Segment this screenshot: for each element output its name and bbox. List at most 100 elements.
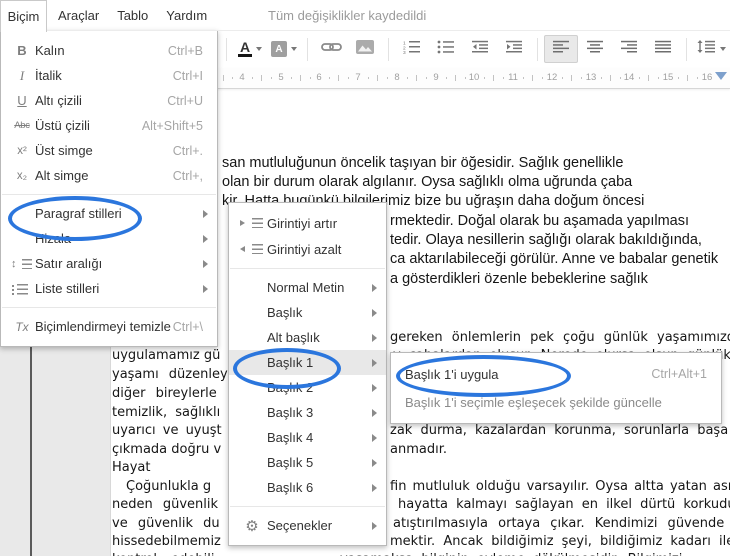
gear-icon: ⚙ xyxy=(245,517,259,535)
menu-item-bold[interactable]: B Kalın Ctrl+B xyxy=(1,38,217,63)
superscript-icon: x² xyxy=(17,144,27,157)
align-left-button[interactable] xyxy=(544,35,578,63)
subscript-icon: x₂ xyxy=(16,169,28,182)
align-center-button[interactable] xyxy=(578,35,612,63)
menu-item-subscript[interactable]: x₂ Alt simge Ctrl+, xyxy=(1,163,217,188)
menu-item-underline[interactable]: U Altı çizili Ctrl+U xyxy=(1,88,217,113)
toolbar-separator xyxy=(226,37,227,61)
increase-indent-button[interactable] xyxy=(497,35,531,63)
document-text-line: Hayat xyxy=(112,460,151,475)
bulleted-list-button[interactable] xyxy=(429,35,463,63)
document-text-line: yaşamaksa bilginin eyleme dökülmesidir. … xyxy=(340,552,682,556)
insert-image-button[interactable] xyxy=(348,35,382,63)
align-right-button[interactable] xyxy=(612,35,646,63)
ruler-number: 16 xyxy=(701,72,713,83)
right-indent-marker[interactable] xyxy=(715,72,727,80)
menubar-araclar[interactable]: Araçlar xyxy=(49,8,108,23)
chevron-down-icon[interactable] xyxy=(720,47,726,51)
ruler-number: 15 xyxy=(662,72,674,83)
menu-item-icon xyxy=(237,456,267,470)
menu-item-icon xyxy=(9,232,35,246)
menu-item-icon xyxy=(237,281,267,295)
google-docs-window: san mutluluğunun öncelik taşıyan bir öğe… xyxy=(0,0,730,556)
insert-link-button[interactable] xyxy=(314,35,348,63)
align-justify-icon xyxy=(655,40,671,58)
document-text-line: rmektedir. Doğal olarak bu aşamada yapıl… xyxy=(390,213,690,229)
increase-indent-icon xyxy=(505,40,523,59)
toolbar-separator xyxy=(686,37,687,61)
document-text-line: a gösterdikleri özenle bebeklerine sağlı… xyxy=(390,271,648,287)
ruler-number: 5 xyxy=(278,72,284,83)
menu-item-update-heading1[interactable]: Başlık 1'i seçimle eşleşecek şekilde gün… xyxy=(391,388,721,416)
text-color-icon: A xyxy=(238,39,252,57)
document-text-line: hayatta kalmayı sağlayan en ilkel dürtü … xyxy=(398,497,730,512)
svg-text:3: 3 xyxy=(403,50,406,54)
italic-icon: I xyxy=(19,67,25,83)
document-text-line: uygulamamız gü xyxy=(112,348,221,363)
document-text-line: neden güvenlik xyxy=(112,497,219,512)
chevron-down-icon[interactable] xyxy=(291,47,297,51)
image-icon xyxy=(356,39,374,59)
menu-item-icon xyxy=(2,194,28,195)
decrease-indent-button[interactable] xyxy=(463,35,497,63)
chevron-down-icon[interactable] xyxy=(256,47,262,51)
menubar-bicim[interactable]: Biçim xyxy=(0,0,47,32)
numbered-list-button[interactable]: 123 xyxy=(395,35,429,63)
menu-item xyxy=(2,307,216,308)
menu-item-icon xyxy=(237,356,267,370)
menu-item-options[interactable]: ⚙ Seçenekler xyxy=(229,513,386,538)
menu-item-icon xyxy=(230,268,260,269)
document-text-line: ve güvenlik du xyxy=(112,516,220,531)
document-text-line: zak durma, kazalardan korunma, sorunlarl… xyxy=(390,423,729,438)
left-gutter-line xyxy=(30,345,32,556)
align-justify-button[interactable] xyxy=(646,35,680,63)
menu-item-heading6[interactable]: Başlık 6 xyxy=(229,475,386,500)
menu-item-icon xyxy=(237,306,267,320)
menu-item-heading3[interactable]: Başlık 3 xyxy=(229,400,386,425)
ruler-number: 8 xyxy=(394,72,400,83)
menu-item-clear-formatting[interactable]: Tx Biçimlendirmeyi temizle Ctrl+\ xyxy=(1,314,217,339)
highlight-color-button[interactable]: A xyxy=(267,35,301,63)
menu-item-decrease-indent[interactable]: Girintiyi azalt xyxy=(229,236,386,262)
toolbar: A A 123 xyxy=(218,31,730,67)
line-spacing-button[interactable] xyxy=(693,35,730,63)
menu-item-list-styles[interactable]: Liste stilleri xyxy=(1,276,217,301)
document-text-line: fin mutluluk olduğu varsayılır. Oysa alt… xyxy=(390,479,730,494)
document-text-line: diğer bireylerle xyxy=(112,386,217,401)
menu-item-heading5[interactable]: Başlık 5 xyxy=(229,450,386,475)
menubar-yardim[interactable]: Yardım xyxy=(157,8,216,23)
menu-item xyxy=(230,268,385,269)
menu-item-align[interactable]: Hizala xyxy=(1,226,217,251)
save-status: Tüm değişiklikler kaydedildi xyxy=(268,8,427,23)
menubar-tablo[interactable]: Tablo xyxy=(108,8,157,23)
toolbar-separator xyxy=(537,37,538,61)
heading1-menu: Başlık 1'i uygula Ctrl+Alt+1 Başlık 1'i … xyxy=(390,352,722,424)
format-menu: B Kalın Ctrl+B I İtalik Ctrl+I U Altı çi… xyxy=(0,30,218,347)
document-text-line: kontrol edebili xyxy=(112,552,214,556)
ruler-number: 14 xyxy=(623,72,635,83)
menu-item-icon xyxy=(9,207,35,221)
underline-icon: U xyxy=(17,93,27,108)
menu-item-title[interactable]: Başlık xyxy=(229,300,386,325)
menu-item xyxy=(2,194,216,195)
menu-item-superscript[interactable]: x² Üst simge Ctrl+. xyxy=(1,138,217,163)
menu-item-heading4[interactable]: Başlık 4 xyxy=(229,425,386,450)
menu-item-normal-text[interactable]: Normal Metin xyxy=(229,275,386,300)
align-left-icon xyxy=(553,40,569,58)
list-styles-icon xyxy=(9,282,35,296)
link-icon xyxy=(320,40,342,58)
menu-item-apply-heading1[interactable]: Başlık 1'i uygula Ctrl+Alt+1 xyxy=(391,360,721,388)
menu-item-heading1[interactable]: Başlık 1 xyxy=(229,350,386,375)
menu-item-subtitle[interactable]: Alt başlık xyxy=(229,325,386,350)
document-text-line: ca aktarılabileceği görülür. Anne ve bab… xyxy=(390,251,719,267)
document-text-line: atıştırılmasıyla ortaya çıkar. Kendimizi… xyxy=(393,516,725,531)
menu-item-paragraph-styles[interactable]: Paragraf stilleri xyxy=(1,201,217,226)
menu-item-heading2[interactable]: Başlık 2 xyxy=(229,375,386,400)
document-text-line: gereken önlemlerin pek çoğu günlük yaşam… xyxy=(390,330,730,345)
menu-item-italic[interactable]: I İtalik Ctrl+I xyxy=(1,63,217,88)
text-color-button[interactable]: A xyxy=(233,35,267,63)
menu-item-increase-indent[interactable]: Girintiyi artır xyxy=(229,210,386,236)
menu-item-strikethrough[interactable]: Abc Üstü çizili Alt+Shift+5 xyxy=(1,113,217,138)
menu-item-line-spacing[interactable]: Satır aralığı xyxy=(1,251,217,276)
document-text-line: tedir. Olaya nesillerin sağlığı olarak b… xyxy=(390,232,702,248)
